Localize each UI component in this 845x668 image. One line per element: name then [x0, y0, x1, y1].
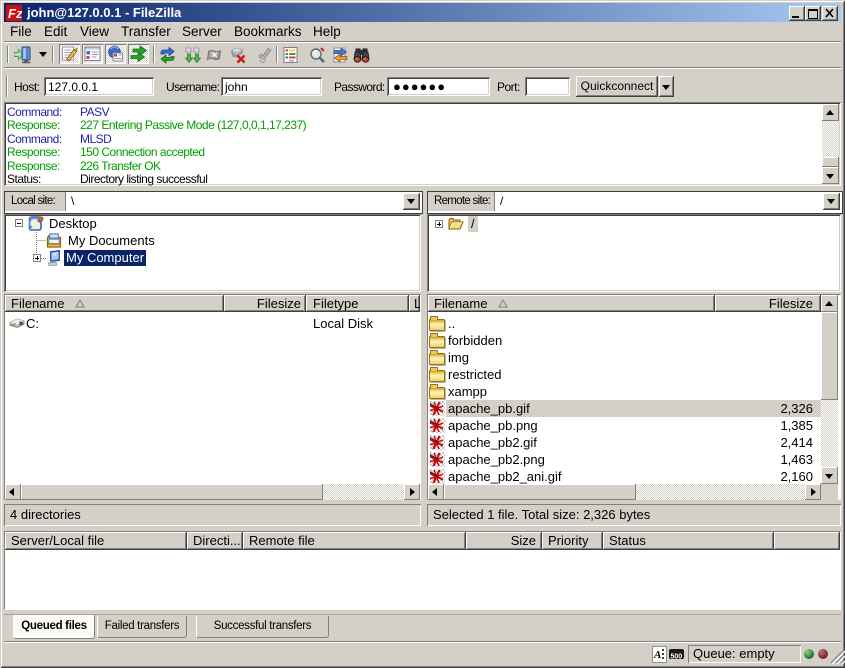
svg-text:500: 500: [671, 654, 683, 661]
svg-text:Fz: Fz: [8, 6, 22, 21]
svg-text:A: A: [653, 649, 661, 661]
